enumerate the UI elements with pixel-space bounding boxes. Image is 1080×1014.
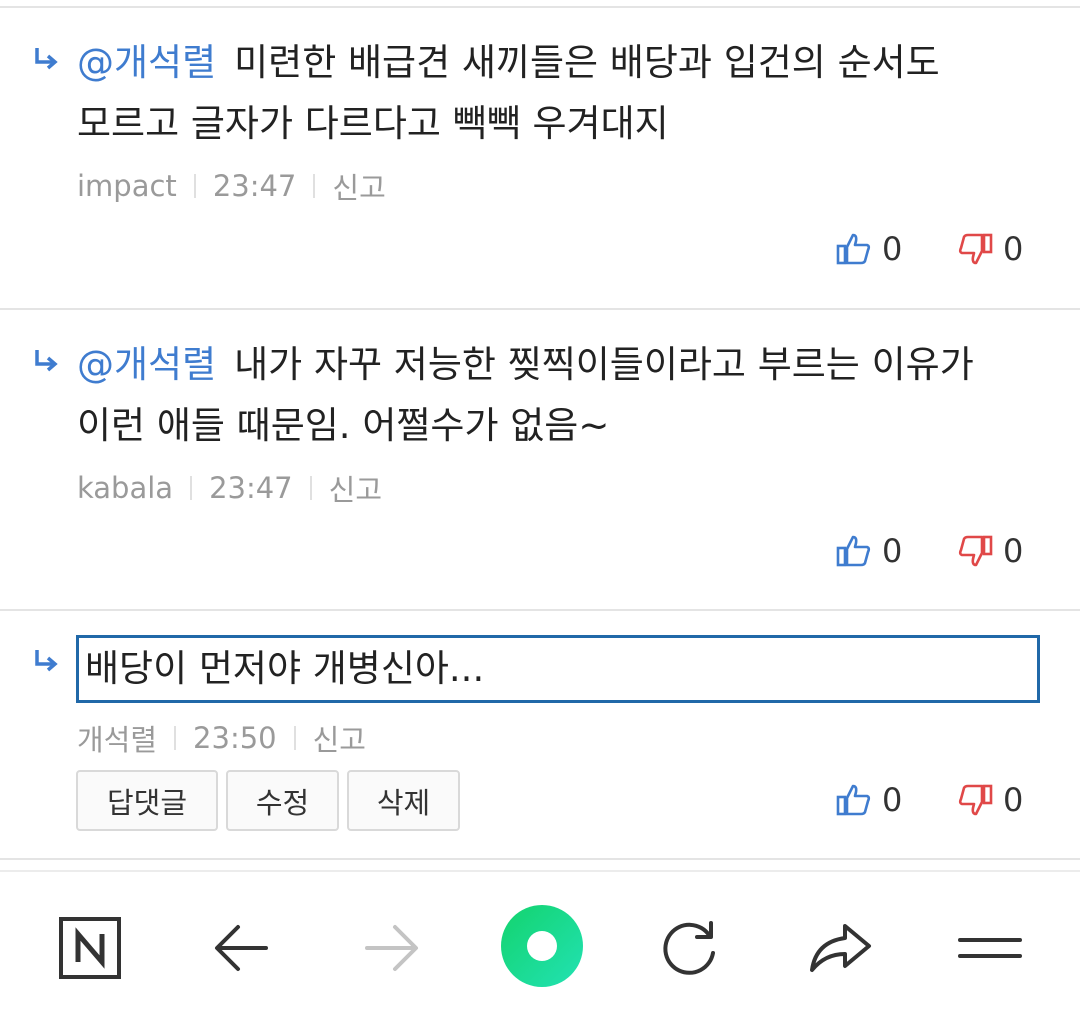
like-button[interactable]: 0 xyxy=(836,781,902,819)
refresh-button[interactable] xyxy=(650,908,730,988)
edit-button[interactable]: 수정 xyxy=(226,770,339,831)
refresh-icon xyxy=(663,921,715,975)
share-icon xyxy=(810,924,871,972)
comment-divider xyxy=(0,609,1080,611)
comment-divider xyxy=(0,308,1080,310)
thumbs-down-icon xyxy=(958,233,993,265)
delete-button[interactable]: 삭제 xyxy=(347,770,460,831)
mention-link[interactable]: @개석렬 xyxy=(77,343,216,386)
thumbs-down-icon xyxy=(958,535,993,567)
thumbs-up-icon xyxy=(836,784,871,816)
meta-divider xyxy=(313,174,316,198)
dislike-count: 0 xyxy=(1003,532,1024,570)
reply-arrow-icon xyxy=(35,650,58,672)
like-button[interactable]: 0 xyxy=(836,230,902,268)
like-button[interactable]: 0 xyxy=(836,532,902,570)
meta-divider xyxy=(293,726,296,750)
comment-author[interactable]: impact xyxy=(77,169,177,203)
meta-divider xyxy=(309,476,312,500)
like-count: 0 xyxy=(882,230,903,268)
thumbs-down-icon xyxy=(958,784,993,816)
menu-button[interactable] xyxy=(950,908,1030,988)
back-arrow-icon xyxy=(215,925,268,971)
meta-divider xyxy=(174,726,177,750)
green-dot-icon xyxy=(501,905,583,987)
comment-meta: impact 23:47 신고 xyxy=(77,165,386,207)
meta-divider xyxy=(190,476,193,500)
comment-divider xyxy=(0,858,1080,860)
comment-author[interactable]: kabala xyxy=(77,471,173,505)
forward-arrow-icon xyxy=(365,925,418,971)
comment-body: @개석렬 내가 자꾸 저능한 찢찍이들이라고 부르는 이유가 이런 애들 때문임.… xyxy=(77,334,1052,456)
reply-arrow-icon xyxy=(35,350,58,372)
meta-divider xyxy=(193,174,196,198)
browser-toolbar xyxy=(0,870,1080,1014)
comment-author[interactable]: 개석렬 xyxy=(77,717,157,759)
comment-time: 23:47 xyxy=(212,169,297,203)
dislike-button[interactable]: 0 xyxy=(957,532,1023,570)
report-link[interactable]: 신고 xyxy=(332,165,385,207)
like-count: 0 xyxy=(882,532,903,570)
reply-arrow-icon xyxy=(35,48,58,70)
green-dot-button[interactable] xyxy=(498,902,586,990)
report-link[interactable]: 신고 xyxy=(313,717,366,759)
comment-meta: kabala 23:47 신고 xyxy=(77,467,382,509)
thumbs-up-icon xyxy=(836,233,871,265)
dislike-button[interactable]: 0 xyxy=(957,230,1023,268)
reply-button[interactable]: 답댓글 xyxy=(76,770,218,831)
comment-body: @개석렬 미련한 배급견 새끼들은 배당과 입건의 순서도 모르고 글자가 다르다… xyxy=(77,32,1052,154)
dislike-count: 0 xyxy=(1003,781,1024,819)
comment-time: 23:50 xyxy=(193,721,277,755)
mention-link[interactable]: @개석렬 xyxy=(77,41,216,84)
comment-body-focused[interactable]: 배당이 먼저야 개병신아... xyxy=(76,635,1040,703)
share-button[interactable] xyxy=(800,908,880,988)
home-button[interactable] xyxy=(50,908,130,988)
dislike-count: 0 xyxy=(1003,230,1024,268)
back-button[interactable] xyxy=(202,908,282,988)
forward-button[interactable] xyxy=(351,908,431,988)
report-link[interactable]: 신고 xyxy=(329,467,382,509)
comment-time: 23:47 xyxy=(209,471,293,505)
menu-icon xyxy=(958,938,1022,958)
comment-meta: 개석렬 23:50 신고 xyxy=(77,717,366,759)
like-count: 0 xyxy=(882,781,903,819)
thumbs-up-icon xyxy=(836,535,871,567)
naver-home-icon xyxy=(59,917,121,979)
dislike-button[interactable]: 0 xyxy=(957,781,1023,819)
top-divider xyxy=(0,6,1080,8)
